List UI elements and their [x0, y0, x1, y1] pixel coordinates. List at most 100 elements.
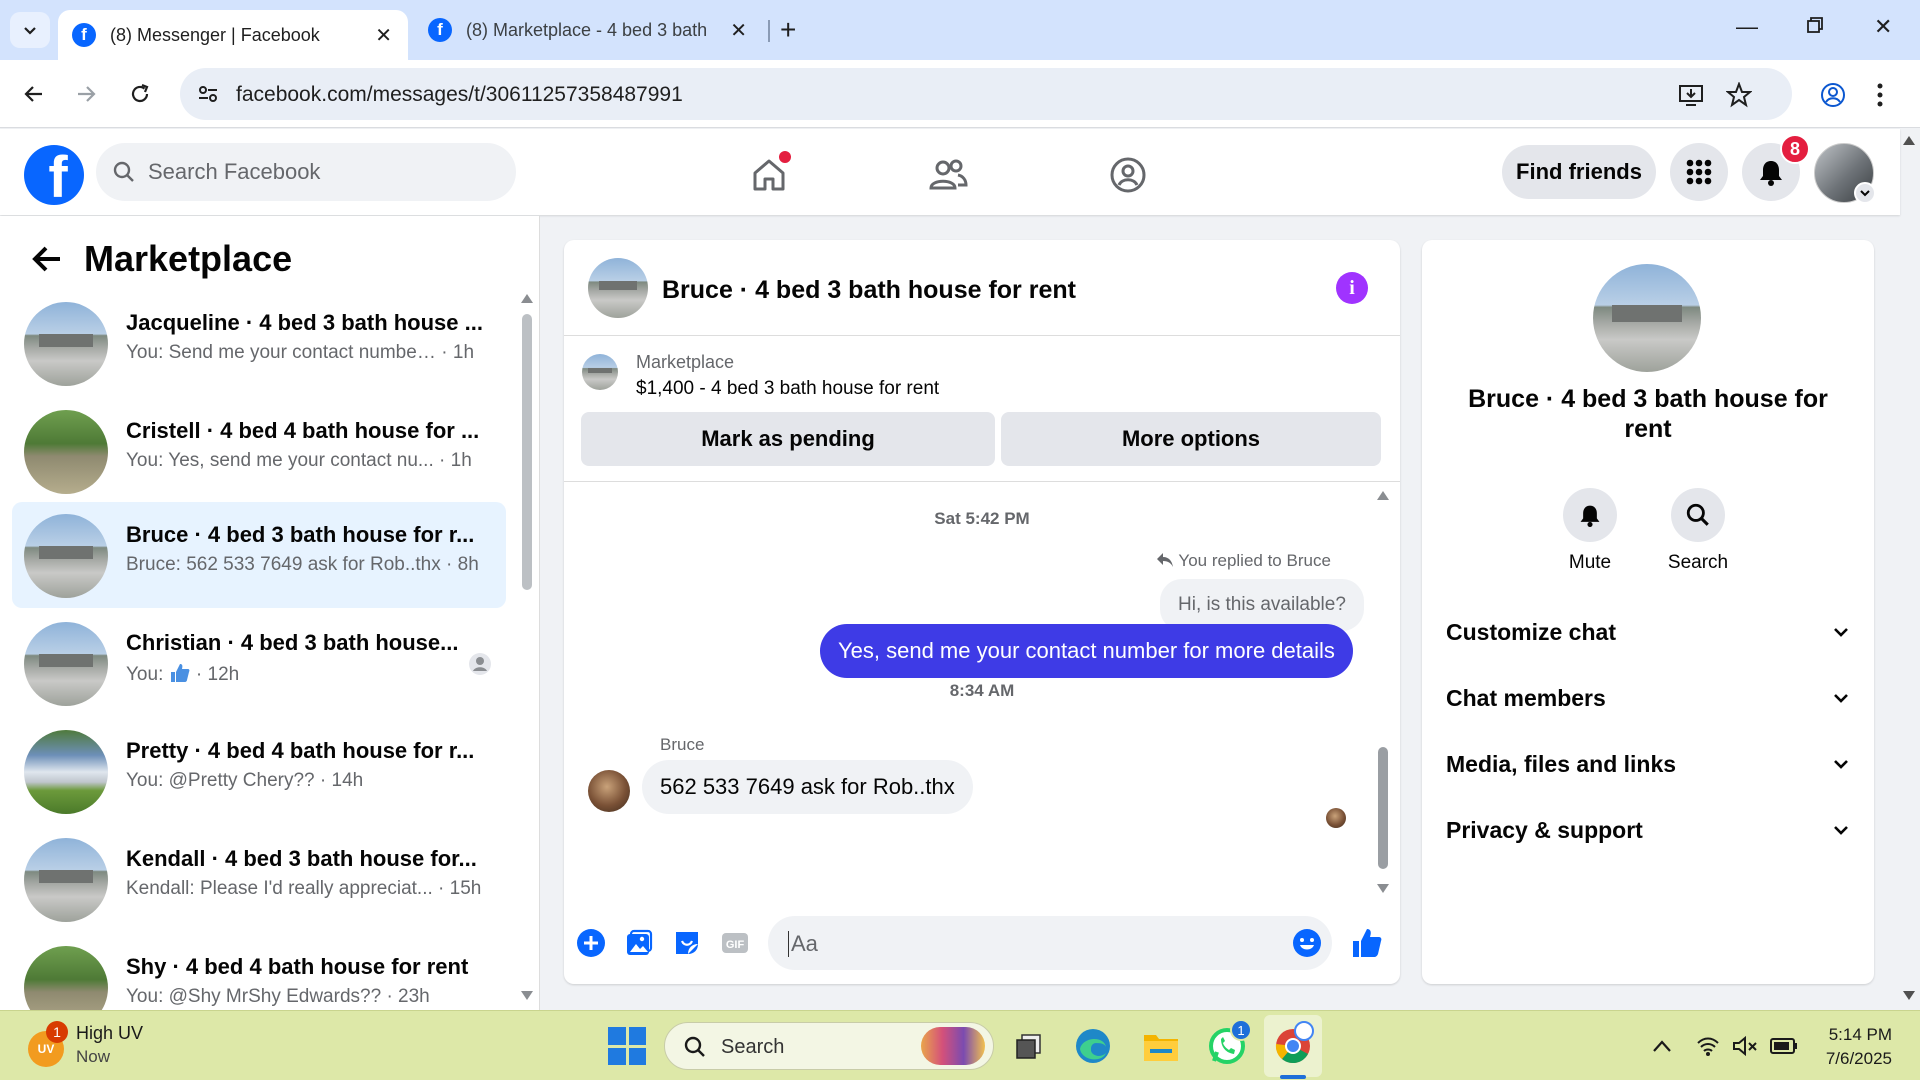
- chevron-down-icon: [1860, 190, 1870, 197]
- friends-nav-button[interactable]: [924, 151, 972, 199]
- clock-time: 5:14 PM: [1828, 1025, 1892, 1044]
- scroll-down-arrow-icon[interactable]: [1376, 883, 1390, 895]
- facebook-logo[interactable]: f: [24, 145, 84, 205]
- address-bar[interactable]: facebook.com/messages/t/3061125735848799…: [180, 68, 1792, 120]
- windows-start-icon[interactable]: [608, 1027, 646, 1065]
- privacy-support-section[interactable]: Privacy & support: [1446, 808, 1850, 852]
- whatsapp-badge: 1: [1230, 1019, 1252, 1041]
- file-explorer-icon[interactable]: [1140, 1025, 1182, 1067]
- tab-search-button[interactable]: [10, 12, 50, 48]
- bell-icon: [1580, 505, 1600, 527]
- conversation-list-scrollbar[interactable]: [522, 314, 532, 590]
- browser-toolbar: facebook.com/messages/t/3061125735848799…: [0, 60, 1920, 128]
- conversation-item[interactable]: Shy · 4 bed 4 bath house for rent You: @…: [12, 934, 506, 1010]
- minimize-window-icon[interactable]: —: [1736, 14, 1758, 40]
- close-window-icon[interactable]: ✕: [1874, 14, 1892, 40]
- listing-avatar: [24, 946, 108, 1010]
- install-app-icon[interactable]: [1678, 82, 1704, 108]
- search-label: Search: [1667, 552, 1729, 573]
- mark-as-pending-button[interactable]: Mark as pending: [581, 412, 995, 466]
- scroll-up-arrow-icon[interactable]: [1376, 489, 1390, 501]
- add-attachment-button[interactable]: [574, 926, 608, 960]
- profile-account-icon[interactable]: [1820, 82, 1846, 108]
- chat-header: Bruce · 4 bed 3 bath house for rent i: [564, 240, 1400, 336]
- facebook-search-input[interactable]: Search Facebook: [96, 143, 516, 201]
- section-label: Customize chat: [1446, 618, 1616, 645]
- back-button[interactable]: [16, 76, 52, 112]
- close-tab-icon[interactable]: ✕: [375, 23, 392, 48]
- chevron-up-icon[interactable]: [1652, 1039, 1672, 1053]
- reply-note: You replied to Bruce: [1156, 551, 1331, 571]
- info-icon[interactable]: i: [1336, 272, 1368, 304]
- forward-button[interactable]: [68, 76, 104, 112]
- scroll-up-arrow-icon[interactable]: [520, 292, 534, 304]
- conversation-name: Shy · 4 bed 4 bath house for rent: [126, 954, 469, 979]
- back-arrow-icon[interactable]: [28, 240, 66, 278]
- speaker-muted-icon[interactable]: [1732, 1035, 1758, 1057]
- gif-button[interactable]: GIF: [718, 926, 752, 960]
- page-scroll-up-icon[interactable]: [1902, 134, 1916, 146]
- whatsapp-icon[interactable]: 1: [1206, 1019, 1252, 1067]
- emoji-icon[interactable]: [1292, 928, 1322, 958]
- page-scroll-down-icon[interactable]: [1902, 990, 1916, 1002]
- reload-button[interactable]: [122, 76, 158, 112]
- groups-nav-button[interactable]: [1104, 151, 1152, 199]
- sticker-button[interactable]: [670, 926, 704, 960]
- chat-members-section[interactable]: Chat members: [1446, 676, 1850, 720]
- message-timestamp: 8:34 AM: [949, 681, 1015, 700]
- listing-thumbnail[interactable]: [582, 354, 618, 390]
- message-input[interactable]: Aa: [768, 916, 1332, 970]
- taskbar-search-box[interactable]: Search: [664, 1022, 994, 1070]
- home-nav-button[interactable]: [745, 151, 793, 199]
- conversation-item[interactable]: Cristell · 4 bed 4 bath house for ... Yo…: [12, 398, 506, 504]
- conversation-item[interactable]: Christian · 4 bed 3 bath house... You: ·…: [12, 610, 506, 716]
- outgoing-message[interactable]: Yes, send me your contact number for mor…: [820, 624, 1353, 678]
- account-chevron[interactable]: [1854, 182, 1876, 204]
- url-text[interactable]: facebook.com/messages/t/3061125735848799…: [236, 83, 683, 107]
- clock[interactable]: 5:14 PM 7/6/2025: [1810, 1023, 1892, 1071]
- seen-indicator-avatar: [1326, 808, 1346, 828]
- send-like-button[interactable]: [1350, 926, 1384, 960]
- chrome-browser-icon[interactable]: [1272, 1021, 1314, 1067]
- edge-browser-icon[interactable]: [1072, 1025, 1114, 1067]
- chat-avatar[interactable]: [588, 258, 648, 318]
- tab-marketplace[interactable]: f (8) Marketplace - 4 bed 3 bath house ✕: [418, 10, 763, 50]
- scroll-down-arrow-icon[interactable]: [520, 990, 534, 1002]
- bookmark-star-icon[interactable]: [1726, 82, 1752, 108]
- task-view-icon[interactable]: [1008, 1025, 1050, 1067]
- arrow-left-icon: [24, 86, 42, 102]
- customize-chat-section[interactable]: Customize chat: [1446, 610, 1850, 654]
- mute-button[interactable]: Mute: [1540, 488, 1640, 574]
- conversation-item-selected[interactable]: Bruce · 4 bed 3 bath house for r... Bruc…: [12, 502, 506, 608]
- find-friends-button[interactable]: Find friends: [1502, 145, 1656, 199]
- more-options-button[interactable]: More options: [1001, 412, 1381, 466]
- site-settings-icon[interactable]: [196, 82, 220, 106]
- conversation-item[interactable]: Kendall · 4 bed 3 bath house for... Kend…: [12, 826, 506, 932]
- sender-avatar[interactable]: [588, 770, 630, 812]
- incoming-message[interactable]: 562 533 7649 ask for Rob..thx: [642, 760, 973, 814]
- message-composer: GIF Aa: [564, 904, 1400, 984]
- media-files-links-section[interactable]: Media, files and links: [1446, 742, 1850, 786]
- restore-window-icon[interactable]: [1806, 14, 1824, 40]
- tab-title: (8) Messenger | Facebook: [110, 24, 320, 45]
- chat-details-avatar[interactable]: [1593, 264, 1701, 372]
- close-tab-icon[interactable]: ✕: [730, 18, 747, 43]
- panel-title: Marketplace: [84, 238, 293, 279]
- search-in-chat-button[interactable]: Search: [1648, 488, 1748, 574]
- menu-button[interactable]: [1670, 143, 1728, 201]
- active-app-indicator: [1280, 1075, 1306, 1079]
- tab-messenger[interactable]: f (8) Messenger | Facebook ✕: [58, 10, 408, 60]
- message-thread-scrollbar[interactable]: [1378, 747, 1388, 869]
- wifi-icon[interactable]: [1696, 1035, 1720, 1057]
- battery-icon[interactable]: [1770, 1037, 1798, 1055]
- listing-avatar: [24, 622, 108, 706]
- attach-photo-button[interactable]: [622, 926, 656, 960]
- conversation-item[interactable]: Pretty · 4 bed 4 bath house for r... You…: [12, 718, 506, 824]
- new-tab-button[interactable]: +: [780, 14, 796, 46]
- conversation-preview: You: Yes, send me your contact nu... · 1…: [126, 450, 472, 471]
- conversation-item[interactable]: Jacqueline · 4 bed 3 bath house ... You:…: [12, 290, 506, 396]
- chat-title[interactable]: Bruce · 4 bed 3 bath house for rent: [662, 276, 1076, 305]
- listing-price[interactable]: $1,400 - 4 bed 3 bath house for rent: [636, 378, 939, 400]
- listing-avatar: [24, 838, 108, 922]
- more-menu-icon[interactable]: [1876, 82, 1884, 108]
